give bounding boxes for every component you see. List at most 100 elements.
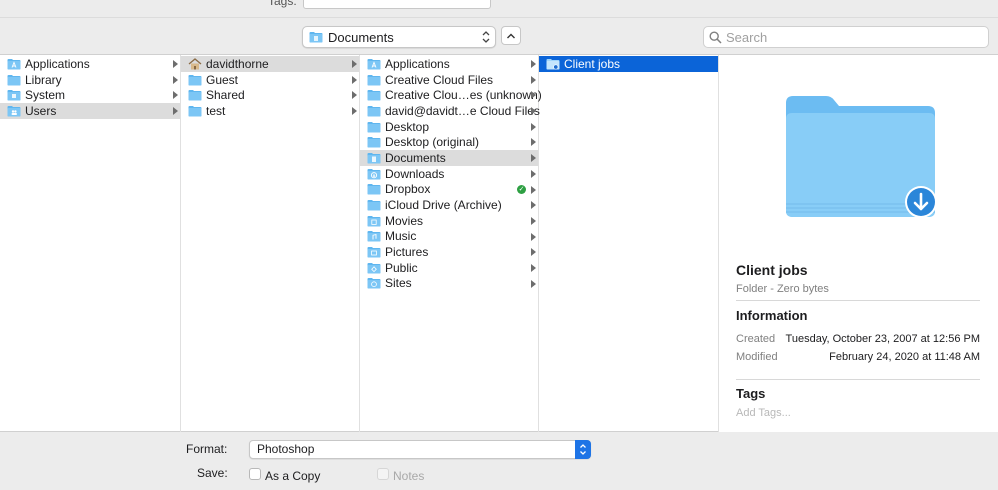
item-label: test (206, 103, 226, 118)
chevron-updown-icon (482, 31, 490, 43)
disclosure-arrow-icon (531, 122, 536, 131)
item-label: Dropbox (385, 182, 431, 197)
preview-pane: Client jobs Folder - Zero bytes Informat… (719, 55, 998, 432)
toggle-expand-button[interactable] (501, 26, 521, 45)
column-item[interactable]: Desktop (original) (360, 134, 538, 150)
disclosure-arrow-icon (531, 138, 536, 147)
folder-icon (188, 89, 202, 101)
format-value: Photoshop (257, 442, 315, 456)
item-label: Applications (385, 56, 450, 71)
item-label: davidthorne (206, 56, 269, 71)
tags-label: Tags: (268, 0, 297, 8)
users-folder-icon (7, 105, 21, 117)
disclosure-arrow-icon (531, 248, 536, 257)
location-popup[interactable]: Documents (302, 26, 496, 48)
disclosure-arrow-icon (531, 154, 536, 163)
location-label: Documents (328, 29, 394, 45)
divider (736, 379, 980, 380)
home-icon (188, 57, 202, 70)
item-label: iCloud Drive (Archive) (385, 198, 502, 213)
disclosure-arrow-icon (531, 75, 536, 84)
movies-folder-icon (367, 215, 381, 227)
disclosure-arrow-icon (531, 91, 536, 100)
created-value: Tuesday, October 23, 2007 at 12:56 PM (785, 333, 980, 345)
information-heading: Information (736, 308, 808, 323)
column-root: Applications Library System Users (0, 55, 181, 432)
item-label: Creative Cloud Files (385, 72, 494, 87)
column-item[interactable]: Shared (181, 87, 359, 103)
system-folder-icon (7, 89, 21, 101)
disclosure-arrow-icon (352, 107, 357, 116)
music-folder-icon (367, 230, 381, 242)
preview-title: Client jobs (736, 262, 808, 278)
search-field[interactable]: Search (703, 26, 989, 48)
item-label: Downloads (385, 166, 445, 181)
column-item[interactable]: Client jobs (539, 56, 718, 72)
add-tags-field[interactable]: Add Tags... (736, 407, 791, 419)
disclosure-arrow-icon (173, 60, 178, 68)
disclosure-arrow-icon (531, 107, 536, 116)
column-item[interactable]: Dropbox ✓ (360, 182, 538, 198)
column-item[interactable]: Creative Clou…es (unknown) (360, 87, 542, 103)
disclosure-arrow-icon (531, 169, 536, 178)
column-documents: Client jobs (539, 55, 719, 432)
column-item[interactable]: Creative Cloud Files (360, 72, 538, 88)
created-label: Created (736, 333, 776, 345)
column-item[interactable]: Movies (360, 213, 538, 229)
disclosure-arrow-icon (531, 60, 536, 68)
item-label: Pictures (385, 245, 429, 260)
folder-icon (7, 74, 21, 86)
item-label: System (25, 88, 66, 103)
column-browser: Applications Library System Users davidthor… (0, 55, 998, 432)
notes-checkbox[interactable] (377, 468, 389, 480)
item-label: Guest (206, 72, 239, 87)
column-item[interactable]: System (0, 87, 180, 103)
as-a-copy-checkbox[interactable] (249, 468, 261, 480)
column-item[interactable]: Sites (360, 276, 538, 292)
column-item[interactable]: iCloud Drive (Archive) (360, 197, 538, 213)
column-item[interactable]: david@davidt…e Cloud Files (360, 103, 540, 119)
disclosure-arrow-icon (531, 216, 536, 225)
column-item[interactable]: Applications (360, 56, 538, 72)
save-options: Format: Photoshop Save: As a Copy Notes (0, 432, 998, 490)
divider (736, 300, 980, 301)
item-label: Creative Clou…es (unknown) (385, 88, 542, 103)
item-label: Desktop (original) (385, 135, 480, 150)
column-item[interactable]: Desktop (360, 119, 538, 135)
chevron-up-icon (507, 33, 515, 38)
pictures-folder-icon (367, 246, 381, 258)
folder-icon (367, 199, 381, 211)
column-item[interactable]: Downloads (360, 166, 538, 182)
column-item[interactable]: davidthorne (181, 56, 359, 72)
chevron-updown-icon (580, 444, 586, 455)
modified-row: Modified February 24, 2020 at 11:48 AM (736, 351, 980, 363)
save-label: Save: (197, 466, 228, 480)
app-folder-icon (7, 58, 21, 70)
disclosure-arrow-icon (531, 279, 536, 288)
notes-label: Notes (393, 469, 425, 483)
folder-icon (367, 105, 381, 117)
column-item[interactable]: Guest (181, 72, 359, 88)
tags-input[interactable] (303, 0, 491, 9)
column-item[interactable]: Documents (360, 150, 538, 166)
format-popup[interactable]: Photoshop (249, 440, 591, 459)
tags-heading: Tags (736, 386, 766, 401)
app-folder-icon (367, 58, 381, 70)
column-item[interactable]: Users (0, 103, 180, 119)
column-item[interactable]: Public (360, 260, 538, 276)
disclosure-arrow-icon (173, 107, 178, 116)
item-label: Shared (206, 88, 245, 103)
large-folder-download-icon (786, 96, 937, 218)
item-label: Movies (385, 213, 424, 228)
sites-folder-icon (367, 277, 381, 289)
column-item[interactable]: test (181, 103, 359, 119)
column-item[interactable]: Applications (0, 56, 180, 72)
item-label: Public (385, 260, 418, 275)
column-item[interactable]: Music (360, 229, 538, 245)
column-item[interactable]: Pictures (360, 244, 538, 260)
item-label: Sites (385, 276, 412, 291)
disclosure-arrow-icon (352, 91, 357, 100)
column-item[interactable]: Library (0, 72, 180, 88)
item-label: Applications (25, 56, 90, 71)
format-stepper[interactable] (575, 440, 591, 459)
